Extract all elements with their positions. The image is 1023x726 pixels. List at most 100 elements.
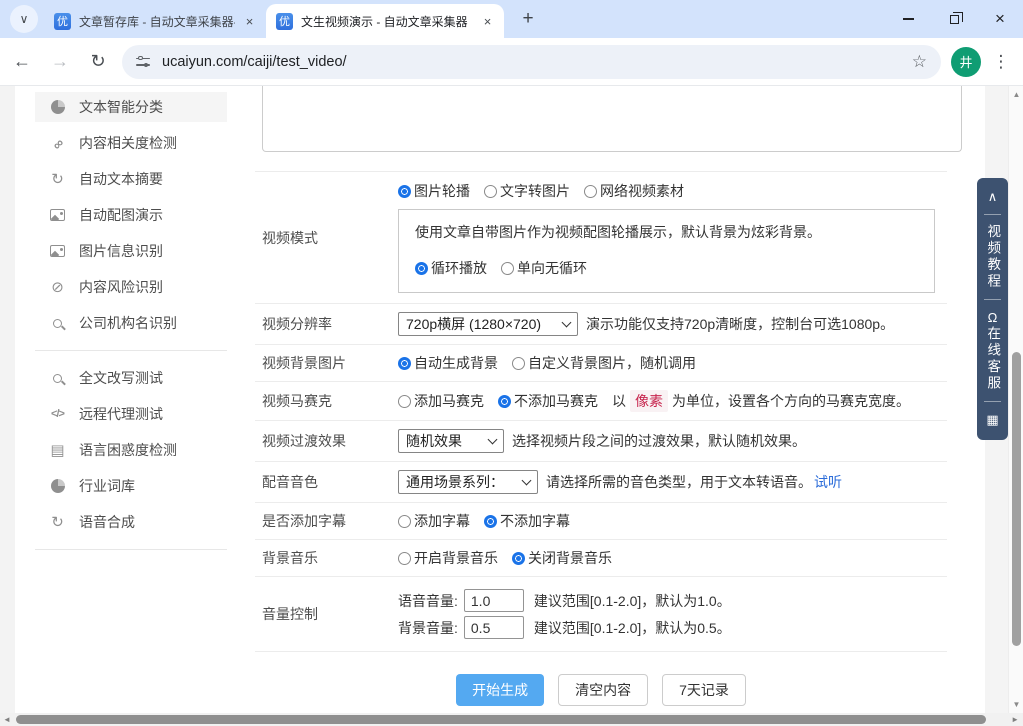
radio-option-web-video-material[interactable]: 网络视频素材 [584, 181, 684, 201]
bgm-volume-input[interactable] [464, 616, 524, 639]
field-label: 视频模式 [255, 228, 398, 248]
radio-option-bgm-off[interactable]: 关闭背景音乐 [512, 548, 612, 568]
radio-option-bgm-on[interactable]: 开启背景音乐 [398, 548, 498, 568]
radio-option-add-mosaic[interactable]: 添加马赛克 [398, 391, 484, 411]
video-mode-description-box: 使用文章自带图片作为视频配图轮播展示，默认背景为炫彩背景。 循环播放 单向无循环 [398, 209, 935, 293]
voice-volume-input[interactable] [464, 589, 524, 612]
scroll-right-arrow[interactable]: ► [1011, 713, 1019, 726]
horizontal-scrollbar-thumb[interactable] [16, 715, 986, 724]
sidebar-item-remote-proxy-test[interactable]: </> 远程代理测试 [35, 399, 227, 429]
forward-button[interactable]: → [44, 46, 76, 78]
scroll-down-arrow[interactable]: ▼ [1009, 700, 1023, 709]
site-settings-icon[interactable] [136, 56, 150, 68]
transition-select[interactable]: 随机效果 [398, 429, 504, 453]
qr-code-icon[interactable]: ▦ [986, 413, 998, 426]
radio-button[interactable] [512, 357, 525, 370]
sidebar-item-auto-summary[interactable]: ↻ 自动文本摘要 [35, 164, 227, 194]
radio-button[interactable] [498, 395, 511, 408]
page-content: 文本智能分类 ∞ 内容相关度检测 ↻ 自动文本摘要 自动配图演示 图片信息识别 … [0, 86, 1023, 726]
bookmark-star-icon[interactable]: ☆ [912, 52, 927, 72]
radio-button[interactable] [398, 552, 411, 565]
address-bar[interactable]: ucaiyun.com/caiji/test_video/ ☆ [122, 45, 941, 79]
tab-search-button[interactable]: ∨ [10, 5, 38, 33]
browser-tab-2-active[interactable]: 优 文生视频演示 - 自动文章采集器 × [266, 4, 504, 38]
window-restore-button[interactable] [931, 0, 977, 38]
sidebar-item-auto-image-demo[interactable]: 自动配图演示 [35, 200, 227, 230]
browser-menu-button[interactable]: ⋮ [987, 48, 1015, 76]
radio-button[interactable] [501, 262, 514, 275]
radio-button[interactable] [398, 515, 411, 528]
sidebar-item-image-recognition[interactable]: 图片信息识别 [35, 236, 227, 266]
seven-day-records-button[interactable]: 7天记录 [662, 674, 746, 706]
radio-option-custom-background[interactable]: 自定义背景图片，随机调用 [512, 353, 696, 373]
field-label: 视频背景图片 [255, 353, 398, 373]
vertical-scrollbar-thumb[interactable] [1012, 352, 1021, 646]
url-text[interactable]: ucaiyun.com/caiji/test_video/ [162, 54, 347, 70]
sidebar-item-content-relevance[interactable]: ∞ 内容相关度检测 [35, 128, 227, 158]
floating-side-widget: ∧ 视频教程 Ω 在线客服 ▦ [977, 178, 1008, 440]
radio-option-no-mosaic[interactable]: 不添加马赛克 [498, 391, 598, 411]
radio-option-text-to-image[interactable]: 文字转图片 [484, 181, 570, 201]
vertical-scrollbar[interactable]: ▲ ▼ [1008, 86, 1023, 713]
bgm-volume-note: 建议范围[0.1-2.0]，默认为0.5。 [534, 618, 731, 638]
radio-button[interactable] [398, 185, 411, 198]
tab-close-icon[interactable]: × [241, 13, 258, 30]
radio-button[interactable] [484, 515, 497, 528]
online-service-link[interactable]: 在线客服 [986, 326, 1000, 392]
radio-button[interactable] [584, 185, 597, 198]
sidebar-item-speech-synthesis[interactable]: ↻ 语音合成 [35, 507, 227, 537]
radio-button[interactable] [415, 262, 428, 275]
new-tab-button[interactable]: + [514, 5, 542, 33]
reload-button[interactable]: ↻ [82, 46, 114, 78]
profile-avatar[interactable]: 井 [951, 47, 981, 77]
browser-tab-strip: ∨ 优 文章暂存库 - 自动文章采集器-优 × 优 文生视频演示 - 自动文章采… [0, 0, 1023, 38]
widget-divider [984, 401, 1001, 402]
tab-close-icon[interactable]: × [479, 13, 496, 30]
radio-button[interactable] [398, 357, 411, 370]
browser-toolbar: ← → ↻ ucaiyun.com/caiji/test_video/ ☆ 井 … [0, 38, 1023, 86]
radio-button[interactable] [398, 395, 411, 408]
chevron-down-icon [488, 435, 498, 445]
sidebar-item-content-risk[interactable]: ⊘ 内容风险识别 [35, 272, 227, 302]
plus-icon: + [522, 8, 533, 30]
sidebar-item-company-name-recognition[interactable]: 公司机构名识别 [35, 308, 227, 338]
sidebar-divider [35, 549, 227, 550]
field-label: 视频过渡效果 [255, 431, 398, 451]
sidebar-item-rewrite-test[interactable]: 全文改写测试 [35, 363, 227, 393]
generate-button[interactable]: 开始生成 [456, 674, 544, 706]
resolution-select[interactable]: 720p横屏 (1280×720) [398, 312, 578, 336]
horizontal-scrollbar[interactable]: ◄ ► [0, 713, 1023, 726]
field-label: 视频马赛克 [255, 391, 398, 411]
widget-divider [984, 299, 1001, 300]
radio-option-add-subtitle[interactable]: 添加字幕 [398, 511, 470, 531]
clear-content-button[interactable]: 清空内容 [558, 674, 648, 706]
radio-button[interactable] [484, 185, 497, 198]
radio-option-no-subtitle[interactable]: 不添加字幕 [484, 511, 570, 531]
radio-button[interactable] [512, 552, 525, 565]
voice-select[interactable]: 通用场景系列： [398, 470, 538, 494]
sidebar-item-industry-lexicon[interactable]: 行业词库 [35, 471, 227, 501]
window-minimize-button[interactable] [885, 0, 931, 38]
audition-link[interactable]: 试听 [814, 472, 842, 492]
video-tutorial-link[interactable]: 视频教程 [986, 224, 1000, 290]
window-close-button[interactable]: × [977, 0, 1023, 38]
window-controls: × [885, 0, 1023, 38]
radio-option-image-carousel[interactable]: 图片轮播 [398, 181, 470, 201]
chevron-down-icon [522, 476, 532, 486]
field-label: 是否添加字幕 [255, 511, 398, 531]
radio-option-one-way-no-loop[interactable]: 单向无循环 [501, 258, 587, 278]
radio-option-auto-background[interactable]: 自动生成背景 [398, 353, 498, 373]
sidebar-item-perplexity-check[interactable]: ▤ 语言困惑度检测 [35, 435, 227, 465]
field-label: 配音音色 [255, 472, 398, 492]
sidebar-item-text-classification[interactable]: 文本智能分类 [35, 92, 227, 122]
browser-tab-1[interactable]: 优 文章暂存库 - 自动文章采集器-优 × [44, 4, 266, 38]
radio-option-loop-play[interactable]: 循环播放 [415, 258, 487, 278]
back-to-top-button[interactable]: ∧ [988, 190, 998, 203]
scroll-up-arrow[interactable]: ▲ [1009, 90, 1023, 99]
back-button[interactable]: ← [6, 46, 38, 78]
form-row-subtitle: 是否添加字幕 添加字幕 不添加字幕 [255, 503, 947, 540]
scroll-left-arrow[interactable]: ◄ [3, 713, 11, 726]
article-text-input[interactable] [262, 86, 962, 152]
back-icon: ← [13, 51, 31, 72]
reload-icon: ↻ [90, 51, 105, 72]
